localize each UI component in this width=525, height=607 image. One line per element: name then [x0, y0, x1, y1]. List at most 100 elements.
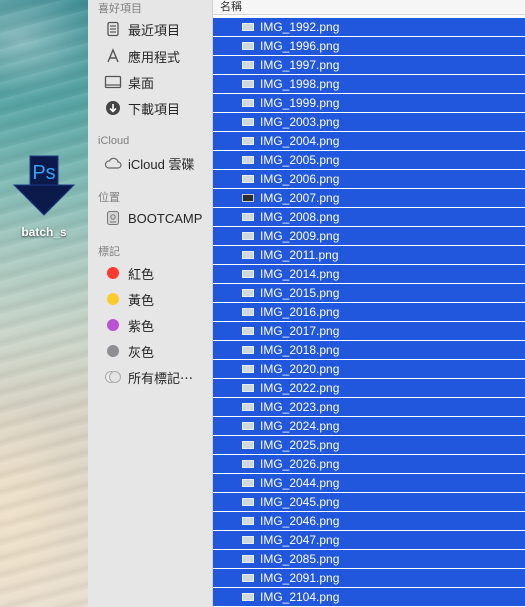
sidebar-item-desktop[interactable]: 桌面	[104, 71, 154, 93]
column-header-name[interactable]: 名稱	[213, 0, 525, 15]
sidebar-item-label: BOOTCAMP	[128, 210, 203, 226]
yellow-tag-dot-icon	[107, 293, 119, 305]
png-file-icon	[242, 232, 254, 240]
file-name: IMG_2006.png	[260, 172, 340, 186]
png-file-icon	[242, 42, 254, 50]
png-file-icon	[242, 574, 254, 582]
file-name: IMG_2008.png	[260, 210, 340, 224]
downloads-icon	[104, 99, 122, 117]
file-name: IMG_1999.png	[260, 96, 340, 110]
tags-section-title: 標記	[98, 246, 120, 258]
png-file-icon	[242, 251, 254, 259]
file-name: IMG_2018.png	[260, 343, 340, 357]
sidebar-item-bootcamp[interactable]: BOOTCAMP	[104, 207, 202, 229]
file-name: IMG_2011.png	[260, 248, 339, 262]
file-name: IMG_2020.png	[260, 362, 340, 376]
file-row[interactable]: IMG_2008.png	[213, 208, 525, 226]
file-name: IMG_2015.png	[260, 286, 340, 300]
file-row[interactable]: IMG_2004.png	[213, 132, 525, 150]
sidebar-item-downloads[interactable]: 下載項目	[104, 97, 180, 119]
sidebar-tag-red[interactable]: 紅色	[104, 262, 154, 284]
ps-icon-text: Ps	[32, 162, 55, 184]
locations-section-title: 位置	[98, 192, 120, 204]
photoshop-droplet-icon: Ps	[12, 155, 76, 216]
png-file-icon	[242, 289, 254, 297]
file-row[interactable]: IMG_2015.png	[213, 284, 525, 302]
file-row[interactable]: IMG_2005.png	[213, 151, 525, 169]
file-row[interactable]: IMG_2044.png	[213, 474, 525, 492]
file-row[interactable]: IMG_2023.png	[213, 398, 525, 416]
png-file-icon	[242, 536, 254, 544]
file-name: IMG_1998.png	[260, 77, 340, 91]
file-row[interactable]: IMG_2024.png	[213, 417, 525, 435]
sidebar-item-recents[interactable]: 最近項目	[104, 18, 180, 40]
sidebar-all-tags[interactable]: 所有標記⋯	[104, 366, 193, 388]
desktop-file-label: batch_s	[21, 225, 67, 239]
file-name: IMG_2023.png	[260, 400, 340, 414]
file-row[interactable]: IMG_1997.png	[213, 56, 525, 74]
icloud-section-title: iCloud	[98, 135, 130, 147]
file-row[interactable]: IMG_2104.png	[213, 588, 525, 606]
desktop-icon	[104, 73, 122, 91]
file-row[interactable]: IMG_2091.png	[213, 569, 525, 587]
recents-icon	[104, 20, 122, 38]
cloud-icon	[104, 154, 122, 172]
png-file-icon	[242, 175, 254, 183]
column-header-label: 名稱	[220, 1, 242, 13]
file-row[interactable]: IMG_1999.png	[213, 94, 525, 112]
sidebar-item-label: 桌面	[128, 75, 155, 91]
file-row[interactable]: IMG_2006.png	[213, 170, 525, 188]
file-name: IMG_2091.png	[260, 571, 340, 585]
file-row[interactable]: IMG_2026.png	[213, 455, 525, 473]
png-file-icon	[242, 555, 254, 563]
file-row[interactable]: IMG_2014.png	[213, 265, 525, 283]
png-file-icon	[242, 327, 254, 335]
png-file-icon	[242, 23, 254, 31]
sidebar-item-label: 應用程式	[128, 49, 181, 65]
file-row[interactable]: IMG_2017.png	[213, 322, 525, 340]
sidebar-item-applications[interactable]: 應用程式	[104, 45, 180, 67]
png-file-icon	[242, 137, 254, 145]
file-row[interactable]: IMG_2007.png	[213, 189, 525, 207]
png-file-icon	[242, 384, 254, 392]
file-row[interactable]: IMG_2085.png	[213, 550, 525, 568]
png-file-icon	[242, 479, 254, 487]
sidebar-item-label: 紅色	[128, 266, 155, 282]
disk-icon	[104, 209, 122, 227]
file-row[interactable]: IMG_2003.png	[213, 113, 525, 131]
file-name: IMG_1996.png	[260, 39, 340, 53]
sidebar-item-label: 灰色	[128, 344, 155, 360]
png-file-icon	[242, 194, 254, 202]
file-row[interactable]: IMG_2011.png	[213, 246, 525, 264]
file-list[interactable]: 名稱 IMG_1992.png IMG_1996.png IMG_1997.png I…	[213, 0, 525, 607]
file-row[interactable]: IMG_2025.png	[213, 436, 525, 454]
sidebar-item-label: 下載項目	[128, 101, 181, 117]
file-name: IMG_2017.png	[260, 324, 340, 338]
file-name: IMG_2016.png	[260, 305, 340, 319]
file-row[interactable]: IMG_2022.png	[213, 379, 525, 397]
file-name: IMG_2085.png	[260, 552, 340, 566]
png-file-icon	[242, 460, 254, 468]
sidebar-tag-gray[interactable]: 灰色	[104, 340, 154, 362]
png-file-icon	[242, 213, 254, 221]
sidebar-item-label: 黃色	[128, 292, 155, 308]
sidebar-tag-yellow[interactable]: 黃色	[104, 288, 154, 310]
file-row[interactable]: IMG_1998.png	[213, 75, 525, 93]
file-name: IMG_2022.png	[260, 381, 340, 395]
file-name: IMG_1997.png	[260, 58, 340, 72]
file-row[interactable]: IMG_2018.png	[213, 341, 525, 359]
file-row[interactable]: IMG_2046.png	[213, 512, 525, 530]
file-row[interactable]: IMG_2047.png	[213, 531, 525, 549]
file-row[interactable]: IMG_2016.png	[213, 303, 525, 321]
file-row[interactable]: IMG_1996.png	[213, 37, 525, 55]
file-row[interactable]: IMG_2045.png	[213, 493, 525, 511]
file-row[interactable]: IMG_2020.png	[213, 360, 525, 378]
png-file-icon	[242, 308, 254, 316]
png-file-icon	[242, 422, 254, 430]
file-row[interactable]: IMG_1992.png	[213, 18, 525, 36]
file-row[interactable]: IMG_2009.png	[213, 227, 525, 245]
png-file-icon	[242, 403, 254, 411]
sidebar-item-icloud-drive[interactable]: iCloud 雲碟	[104, 152, 194, 174]
favorites-section-title: 喜好項目	[98, 3, 142, 15]
sidebar-tag-purple[interactable]: 紫色	[104, 314, 154, 336]
